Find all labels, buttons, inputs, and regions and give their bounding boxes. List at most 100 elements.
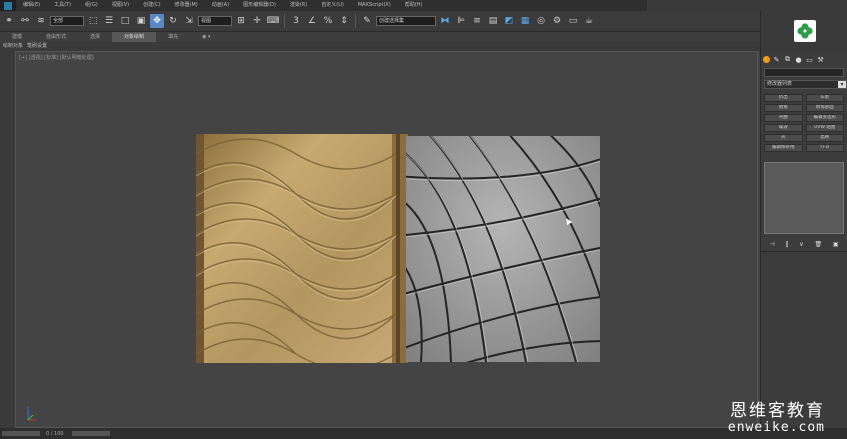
menu-edit[interactable]: 编辑(E) [16,0,47,11]
select-object-icon[interactable]: ⬚ [86,14,100,28]
time-slider-left[interactable] [2,431,40,436]
render-production-icon[interactable]: ☕ [582,14,596,28]
menubar-right-area [647,0,847,11]
modifier-button[interactable]: 倒角 [764,104,803,112]
modifier-button[interactable]: 车削 [805,94,844,102]
modify-tab-icon[interactable]: ✎ [772,55,781,64]
menu-create[interactable]: 创建(C) [136,0,167,11]
material-editor-icon[interactable]: ◎ [534,14,548,28]
watermark-url: enweike.com [727,420,825,435]
hierarchy-tab-icon[interactable]: ⧉ [783,55,792,64]
render-setup-icon[interactable]: ⚙ [550,14,564,28]
percent-snap-icon[interactable]: % [321,14,335,28]
main-toolbar: ⚭ ⚯ ≋ 全部 ⬚ ☰ □ ▣ ✥ ↻ ⇲ 视图 ⊞ ✛ ⌨ 3 ∠ % ⇕ … [0,11,760,32]
modifier-button[interactable]: 编辑多边形 [805,114,844,122]
command-panel: ✎ ⧉ ● ▭ ⚒ 修改器列表 挤出 车削 倒角 倒角剖面 弯曲 编辑多边形 噪… [760,11,847,428]
perspective-viewport[interactable]: [+] [透视] [标准] [默认明暗处理] [15,51,758,428]
pin-stack-icon[interactable]: ⊣ [769,241,774,248]
menu-help[interactable]: 帮助(H) [398,0,430,11]
schematic-view-icon[interactable]: ▦ [518,14,532,28]
reference-coord-dropdown[interactable]: 视图 [198,16,232,26]
remove-modifier-icon[interactable]: 🗑 [814,241,822,248]
menu-customize[interactable]: 自定义(U) [314,0,351,11]
modifier-button[interactable]: 倒角剖面 [805,104,844,112]
toggle-ribbon-icon[interactable]: ▤ [486,14,500,28]
window-crossing-icon[interactable]: ▣ [134,14,148,28]
quilted-mesh-pattern [406,136,600,362]
modifier-list-dropdown[interactable]: 修改器列表 [764,80,847,89]
object-name-field[interactable] [764,68,844,77]
edit-named-selection-icon[interactable]: ✎ [360,14,374,28]
modifier-button[interactable]: UVW 贴图 [805,124,844,132]
tab-selection[interactable]: 选择 [78,32,112,42]
curve-editor-icon[interactable]: ◩ [502,14,516,28]
spinner-snap-icon[interactable]: ⇕ [337,14,351,28]
configure-sets-icon[interactable]: ▣ [833,241,839,248]
select-by-name-icon[interactable]: ☰ [102,14,116,28]
select-move-icon[interactable]: ✥ [150,14,164,28]
modeled-panel-geometry[interactable] [406,136,600,362]
menu-views[interactable]: 视图(V) [105,0,136,11]
layer-manager-icon[interactable]: ≡ [470,14,484,28]
align-icon[interactable]: ⊫ [454,14,468,28]
menu-graph-editors[interactable]: 图形编辑器(D) [236,0,283,11]
menu-group[interactable]: 组(G) [78,0,105,11]
rendered-frame-window-icon[interactable]: ▭ [566,14,580,28]
make-unique-icon[interactable]: ∨ [799,241,803,248]
selection-filter-dropdown[interactable]: 全部 [50,16,84,26]
pivot-center-icon[interactable]: ⊞ [234,14,248,28]
command-panel-header [761,11,847,51]
tab-modeling[interactable]: 建模 [0,32,34,42]
clover-icon [796,23,813,39]
menu-tools[interactable]: 工具(T) [47,0,78,11]
reference-texture-plane[interactable] [196,134,408,363]
modifier-button[interactable]: 壳 [764,134,803,142]
tab-object-paint[interactable]: 对象绘制 [112,32,157,42]
utilities-tab-icon[interactable]: ⚒ [816,55,825,64]
axis-tripod-icon [27,406,36,421]
rect-selection-icon[interactable]: □ [118,14,132,28]
bind-space-warp-icon[interactable]: ≋ [34,14,48,28]
menu-maxscript[interactable]: MAXScript(X) [351,0,398,11]
paint-objects-label[interactable]: 绘制对象 [3,42,23,51]
menu-modifiers[interactable]: 修改器(M) [168,0,205,11]
create-tab-icon[interactable] [763,56,770,63]
keyboard-shortcut-icon[interactable]: ⌨ [266,14,280,28]
frame-counter[interactable]: 0 / 100 [40,431,70,437]
motion-tab-icon[interactable]: ● [794,55,803,64]
watermark: 恩维客教育 enweike.com [695,402,825,435]
mirror-icon[interactable]: ⧓ [438,14,452,28]
brush-settings-label[interactable]: 笔刷设置 [27,42,47,51]
app-logo-icon [4,1,12,10]
modifier-button[interactable]: 编辑样条线 [764,144,803,152]
modifier-button[interactable]: 弯曲 [764,114,803,122]
modifier-button[interactable]: 挤出 [764,94,803,102]
tab-populate[interactable]: 填充 [156,32,190,42]
app-logo[interactable] [0,0,16,11]
modifier-buttons: 挤出 车削 倒角 倒角剖面 弯曲 编辑多边形 噪波 UVW 贴图 壳 晶格 编辑… [764,94,844,152]
menu-rendering[interactable]: 渲染(R) [283,0,314,11]
select-rotate-icon[interactable]: ↻ [166,14,180,28]
snap-3d-icon[interactable]: 3 [289,14,303,28]
select-manipulate-icon[interactable]: ✛ [250,14,264,28]
modifier-button[interactable]: FFD [805,144,844,152]
ribbon-options-icon[interactable]: ◉ ▾ [190,32,222,42]
3dsmax-window: 编辑(E) 工具(T) 组(G) 视图(V) 创建(C) 修改器(M) 动画(A… [0,0,847,439]
command-panel-tabs: ✎ ⧉ ● ▭ ⚒ [763,54,846,65]
modifier-stack[interactable] [764,162,844,234]
select-scale-icon[interactable]: ⇲ [182,14,196,28]
link-icon[interactable]: ⚭ [2,14,16,28]
angle-snap-icon[interactable]: ∠ [305,14,319,28]
unlink-icon[interactable]: ⚯ [18,14,32,28]
modifier-button[interactable]: 噪波 [764,124,803,132]
tab-freeform[interactable]: 自由形式 [34,32,78,42]
display-tab-icon[interactable]: ▭ [805,55,814,64]
viewport-label[interactable]: [+] [透视] [标准] [默认明暗处理] [19,54,94,61]
named-selection-dropdown[interactable]: 创建选择集 [376,16,436,26]
time-slider-right[interactable] [71,431,110,436]
ribbon-panel-bar: 绘制对象 笔刷设置 [0,42,760,51]
panel-divider [761,251,847,252]
show-end-result-icon[interactable]: ‖ [785,241,788,248]
menu-animation[interactable]: 动画(A) [205,0,236,11]
modifier-button[interactable]: 晶格 [805,134,844,142]
